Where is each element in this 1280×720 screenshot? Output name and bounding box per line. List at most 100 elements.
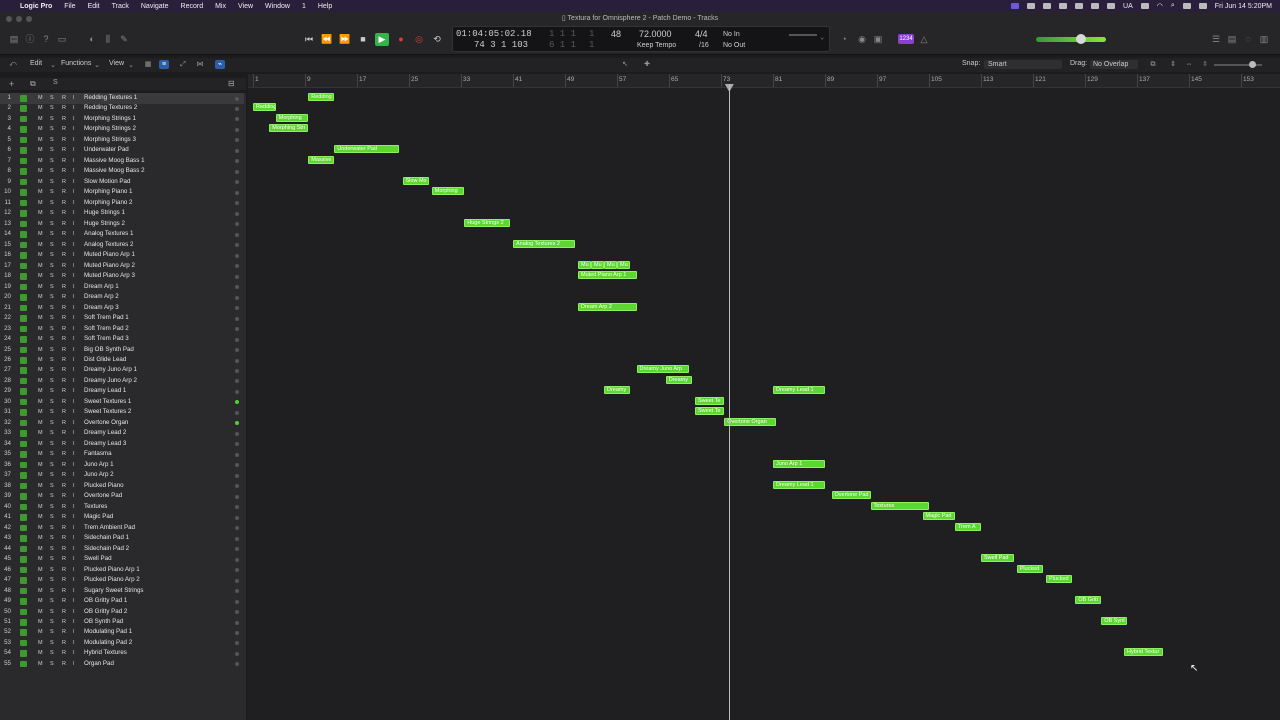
bolt-icon[interactable] [1107, 3, 1116, 9]
track-input-monitor-button[interactable]: I [73, 250, 75, 261]
track-solo-button[interactable]: S [50, 638, 54, 649]
track-name[interactable]: Dream Arp 1 [84, 282, 119, 293]
track-solo-button[interactable]: S [50, 439, 54, 450]
midi-region[interactable]: OB Synt [1101, 617, 1128, 625]
track-power-button[interactable] [20, 493, 27, 500]
track-power-button[interactable] [20, 105, 27, 112]
track-record-button[interactable]: R [62, 365, 66, 376]
track-record-button[interactable]: R [62, 345, 66, 356]
track-power-button[interactable] [20, 231, 27, 238]
track-record-button[interactable]: R [62, 586, 66, 597]
midi-region[interactable]: Swell Pad [981, 554, 1014, 563]
track-power-button[interactable] [20, 377, 27, 385]
track-row[interactable]: 9 M S R I Slow Motion Pad [0, 177, 244, 188]
track-record-button[interactable]: R [62, 240, 66, 251]
track-solo-button[interactable]: S [50, 219, 54, 230]
track-solo-button[interactable]: S [50, 596, 54, 607]
track-input-monitor-button[interactable]: I [73, 313, 75, 324]
waveform-zoom-icon[interactable]: ⧉ [1148, 60, 1158, 69]
menu-navigate[interactable]: Navigate [135, 3, 175, 10]
track-solo-button[interactable]: S [50, 240, 54, 251]
midi-region[interactable]: Mu [617, 260, 630, 269]
track-name[interactable]: Magic Pad [84, 512, 113, 523]
track-input-monitor-button[interactable]: I [73, 198, 75, 209]
track-row[interactable]: 51 M S R I OB Synth Pad [0, 617, 244, 628]
track-mute-button[interactable]: M [38, 407, 43, 418]
track-row[interactable]: 14 M S R I Analog Textures 1 [0, 229, 244, 240]
lcd-time-signature[interactable]: 4/4 [695, 29, 708, 39]
track-solo-button[interactable]: S [50, 648, 54, 659]
track-solo-button[interactable]: S [50, 386, 54, 397]
edit-menu[interactable]: Edit [30, 60, 42, 67]
track-power-button[interactable] [20, 273, 27, 280]
track-mute-button[interactable]: M [38, 627, 43, 638]
mixer-icon[interactable]: ⫼ [102, 34, 114, 44]
track-mute-button[interactable]: M [38, 439, 43, 450]
track-power-button[interactable] [20, 398, 27, 406]
track-name[interactable]: Redding Textures 1 [84, 93, 137, 104]
track-name[interactable]: Redding Textures 2 [84, 103, 137, 114]
track-row[interactable]: 4 M S R I Morphing Strings 2 [0, 124, 244, 135]
clock[interactable]: Fri Jun 14 5:20PM [1215, 3, 1272, 10]
track-solo-button[interactable]: S [50, 449, 54, 460]
track-power-button[interactable] [20, 535, 27, 542]
track-record-button[interactable]: R [62, 261, 66, 272]
track-row[interactable]: 55 M S R I Organ Pad [0, 659, 244, 670]
track-row[interactable]: 2 M S R I Redding Textures 2 [0, 103, 244, 114]
track-mute-button[interactable]: M [38, 229, 43, 240]
track-name[interactable]: Dreamy Lead 2 [84, 428, 126, 439]
track-power-button[interactable] [20, 482, 27, 490]
midi-region[interactable]: Redding [308, 93, 335, 101]
catch-playhead-icon[interactable]: ⌁ [215, 60, 225, 69]
track-mute-button[interactable]: M [38, 208, 43, 219]
track-name[interactable]: Big OB Synth Pad [84, 345, 134, 356]
zoom-window-button[interactable] [26, 16, 32, 22]
track-row[interactable]: 17 M S R I Muted Piano Arp 2 [0, 261, 244, 272]
track-name[interactable]: Dreamy Lead 3 [84, 439, 126, 450]
zoom-slider-knob[interactable] [1249, 61, 1256, 68]
midi-region[interactable]: Morphing [275, 113, 309, 122]
track-mute-button[interactable]: M [38, 575, 43, 586]
track-input-monitor-button[interactable]: I [73, 533, 75, 544]
track-solo-button[interactable]: S [50, 627, 54, 638]
lcd-time-position[interactable]: 01:04:05:02.18 [456, 29, 532, 39]
track-name[interactable]: Dreamy Juno Arp 2 [84, 376, 137, 387]
track-record-button[interactable]: R [62, 124, 66, 135]
track-mute-button[interactable]: M [38, 502, 43, 513]
track-record-button[interactable]: R [62, 114, 66, 125]
track-mute-button[interactable]: M [38, 617, 43, 628]
track-input-monitor-button[interactable]: I [73, 470, 75, 481]
editors-icon[interactable]: ✎ [118, 34, 130, 44]
track-input-monitor-button[interactable]: I [73, 512, 75, 523]
track-solo-button[interactable]: S [50, 229, 54, 240]
track-name[interactable]: Huge Strings 2 [84, 219, 125, 230]
track-mute-button[interactable]: M [38, 345, 43, 356]
track-record-button[interactable]: R [62, 208, 66, 219]
track-record-button[interactable]: R [62, 271, 66, 282]
track-mute-button[interactable]: M [38, 114, 43, 125]
track-solo-button[interactable]: S [50, 261, 54, 272]
track-mute-button[interactable]: M [38, 523, 43, 534]
menu-1[interactable]: 1 [296, 3, 312, 10]
track-row[interactable]: 5 M S R I Morphing Strings 3 [0, 135, 244, 146]
midi-region[interactable]: Mu [578, 260, 591, 269]
midi-region[interactable]: Dreamy [604, 386, 630, 395]
track-power-button[interactable] [20, 157, 27, 165]
track-solo-button[interactable]: S [50, 177, 54, 188]
track-name[interactable]: Huge Strings 1 [84, 208, 125, 219]
track-power-button[interactable] [20, 524, 27, 532]
track-input-monitor-button[interactable]: I [73, 386, 75, 397]
track-mute-button[interactable]: M [38, 491, 43, 502]
menu-view[interactable]: View [232, 3, 259, 10]
track-name[interactable]: Soft Trem Pad 1 [84, 313, 129, 324]
track-mute-button[interactable]: M [38, 156, 43, 167]
record-button[interactable]: ● [394, 33, 408, 46]
track-row[interactable]: 49 M S R I OB Gritty Pad 1 [0, 596, 244, 607]
midi-region[interactable]: Plucked [1046, 575, 1072, 584]
track-row[interactable]: 1 M S R I Redding Textures 1 [0, 93, 244, 104]
midi-region[interactable]: Trem A [955, 522, 981, 531]
track-mute-button[interactable]: M [38, 271, 43, 282]
midi-region[interactable]: Overtone Organ [724, 417, 777, 426]
midi-region[interactable]: Mu [604, 260, 617, 269]
track-name[interactable]: Overtone Pad [84, 491, 122, 502]
